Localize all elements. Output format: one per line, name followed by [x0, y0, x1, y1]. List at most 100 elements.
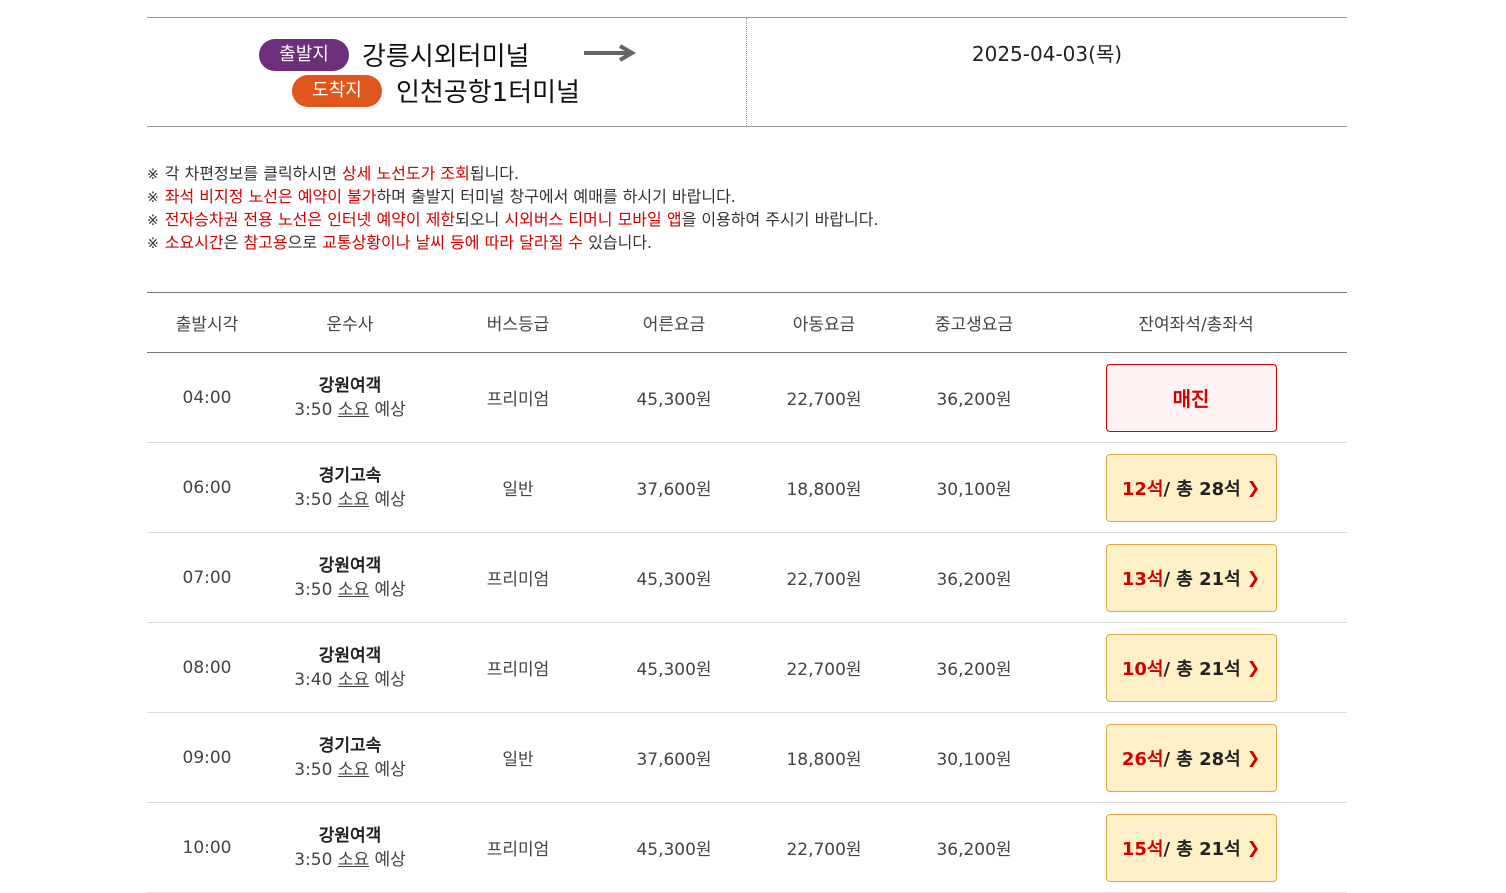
notice-mark: ※: [147, 190, 159, 206]
remaining-seats: 13석: [1121, 568, 1164, 590]
duration-text: 3:50 소요 예상: [267, 758, 433, 782]
departure-time: 06:00: [182, 477, 232, 498]
duration-suffix: 예상: [369, 399, 406, 420]
duration-text: 3:50 소요 예상: [267, 578, 433, 602]
youth-fare: 30,100원: [936, 750, 1012, 770]
notice-text: 각 차편정보를 클릭하시면: [164, 164, 342, 183]
duration-unit: 소요: [337, 849, 370, 870]
company-name: 강원여객: [318, 375, 382, 396]
remaining-seats: 15석: [1121, 838, 1164, 860]
notice-highlight: 좌석 비지정 노선은 예약이 불가: [164, 187, 377, 206]
adult-fare: 37,600원: [636, 750, 712, 770]
notice-text: 되오니: [455, 210, 505, 229]
duration-suffix: 예상: [369, 489, 406, 510]
notice-highlight: 교통상황이나 날씨 등에 따라 달라질 수: [322, 233, 584, 252]
column-header: 어른요금: [642, 315, 706, 335]
duration-value: 3:50: [294, 399, 338, 420]
bus-grade: 프리미엄: [486, 570, 550, 590]
company-cell: 강원여객 3:40 소요 예상: [267, 644, 433, 692]
notice-text: 을 이용하여 주시기 바랍니다.: [681, 210, 879, 229]
arrival-badge: 도착지: [292, 75, 382, 107]
notice-text: 하며 출발지 터미널 창구에서 예매를 하시기 바랍니다.: [376, 187, 736, 206]
departure-time: 07:00: [182, 567, 232, 588]
company-name: 강원여객: [318, 555, 382, 576]
arrow-right-icon: [584, 44, 636, 62]
notice-highlight: 소요시간: [164, 233, 224, 252]
notice-text: 으로: [287, 233, 323, 252]
total-seats: / 총 28석: [1163, 478, 1241, 500]
column-header: 출발시각: [175, 315, 239, 335]
company-cell: 강원여객 3:50 소요 예상: [267, 554, 433, 602]
adult-fare: 37,600원: [636, 480, 712, 500]
notice-item: ※ 전자승차권 전용 노선은 인터넷 예약이 제한되오니 시외버스 티머니 모바일…: [147, 209, 1347, 232]
duration-text: 3:40 소요 예상: [267, 668, 433, 692]
adult-fare: 45,300원: [636, 840, 712, 860]
duration-text: 3:50 소요 예상: [267, 398, 433, 422]
bus-grade: 일반: [502, 480, 534, 500]
page-container: 출발지 강릉시외터미널 도착지 인천공항1터미널 2025-04-03(목) ※…: [147, 17, 1347, 893]
company-name: 강원여객: [318, 645, 382, 666]
adult-fare: 45,300원: [636, 660, 712, 680]
duration-text: 3:50 소요 예상: [267, 488, 433, 512]
table-row[interactable]: 06:00 경기고속 3:50 소요 예상 일반 37,600원 18,800원 30,10…: [147, 443, 1347, 533]
column-header: 운수사: [326, 315, 374, 335]
notice-text: 있습니다.: [583, 233, 653, 252]
notice-highlight: 전자승차권 전용 노선은 인터넷 예약이 제한: [164, 210, 456, 229]
company-name: 경기고속: [318, 465, 382, 486]
table-row[interactable]: 09:00 경기고속 3:50 소요 예상 일반 37,600원 18,800원 30,10…: [147, 713, 1347, 803]
table-row[interactable]: 10:00 강원여객 3:50 소요 예상 프리미엄 45,300원 22,700원 36,…: [147, 803, 1347, 893]
company-cell: 강원여객 3:50 소요 예상: [267, 374, 433, 422]
adult-fare: 45,300원: [636, 570, 712, 590]
duration-suffix: 예상: [369, 669, 406, 690]
bus-grade: 프리미엄: [486, 660, 550, 680]
select-seat-button[interactable]: 12석 / 총 28석 ❯: [1105, 453, 1277, 522]
notice-mark: ※: [147, 167, 159, 183]
soldout-badge: 매진: [1105, 363, 1277, 432]
arrival-terminal: 인천공항1터미널: [396, 78, 580, 108]
child-fare: 18,800원: [786, 750, 862, 770]
table-row[interactable]: 07:00 강원여객 3:50 소요 예상 프리미엄 45,300원 22,700원 36,…: [147, 533, 1347, 623]
notice-highlight: 시외버스 티머니 모바일 앱: [504, 210, 682, 229]
chevron-right-icon: ❯: [1246, 658, 1261, 677]
duration-value: 3:50: [294, 759, 338, 780]
total-seats: / 총 28석: [1163, 748, 1241, 770]
notice-item: ※ 좌석 비지정 노선은 예약이 불가하며 출발지 터미널 창구에서 예매를 하시…: [147, 186, 1347, 209]
notice-mark: ※: [147, 213, 159, 229]
child-fare: 22,700원: [786, 570, 862, 590]
remaining-seats: 10석: [1121, 658, 1164, 680]
select-seat-button[interactable]: 15석 / 총 21석 ❯: [1105, 813, 1277, 882]
youth-fare: 36,200원: [936, 660, 1012, 680]
notice-highlight: 참고용: [243, 233, 288, 252]
notice-text: 은: [223, 233, 244, 252]
select-seat-button[interactable]: 26석 / 총 28석 ❯: [1105, 723, 1277, 792]
notice-mark: ※: [147, 236, 159, 252]
departure-time: 08:00: [182, 657, 232, 678]
select-seat-button[interactable]: 13석 / 총 21석 ❯: [1105, 543, 1277, 612]
youth-fare: 36,200원: [936, 840, 1012, 860]
chevron-right-icon: ❯: [1246, 568, 1261, 587]
table-row[interactable]: 04:00 강원여객 3:50 소요 예상 프리미엄 45,300원 22,700원 36,…: [147, 353, 1347, 443]
departure-terminal: 강릉시외터미널: [362, 42, 530, 72]
duration-unit: 소요: [337, 669, 370, 690]
table-header: 출발시각 운수사 버스등급 어른요금 아동요금 중고생요금 잔여좌석/총좌석: [147, 293, 1347, 353]
total-seats: / 총 21석: [1163, 568, 1241, 590]
total-seats: / 총 21석: [1163, 658, 1241, 680]
remaining-seats: 26석: [1121, 748, 1164, 770]
company-name: 강원여객: [318, 825, 382, 846]
duration-suffix: 예상: [369, 849, 406, 870]
select-seat-button[interactable]: 10석 / 총 21석 ❯: [1105, 633, 1277, 702]
duration-value: 3:40: [294, 669, 338, 690]
company-cell: 강원여객 3:50 소요 예상: [267, 824, 433, 872]
youth-fare: 36,200원: [936, 390, 1012, 410]
column-header: 중고생요금: [934, 315, 1014, 335]
duration-value: 3:50: [294, 579, 338, 600]
notice-item: ※ 소요시간은 참고용으로 교통상황이나 날씨 등에 따라 달라질 수 있습니다.: [147, 232, 1347, 255]
duration-text: 3:50 소요 예상: [267, 848, 433, 872]
company-name: 경기고속: [318, 735, 382, 756]
seat-cell: 12석 / 총 28석 ❯: [1045, 453, 1347, 522]
duration-suffix: 예상: [369, 759, 406, 780]
chevron-right-icon: ❯: [1246, 838, 1261, 857]
table-row[interactable]: 08:00 강원여객 3:40 소요 예상 프리미엄 45,300원 22,700원 36,…: [147, 623, 1347, 713]
youth-fare: 36,200원: [936, 570, 1012, 590]
column-header: 아동요금: [792, 315, 856, 335]
